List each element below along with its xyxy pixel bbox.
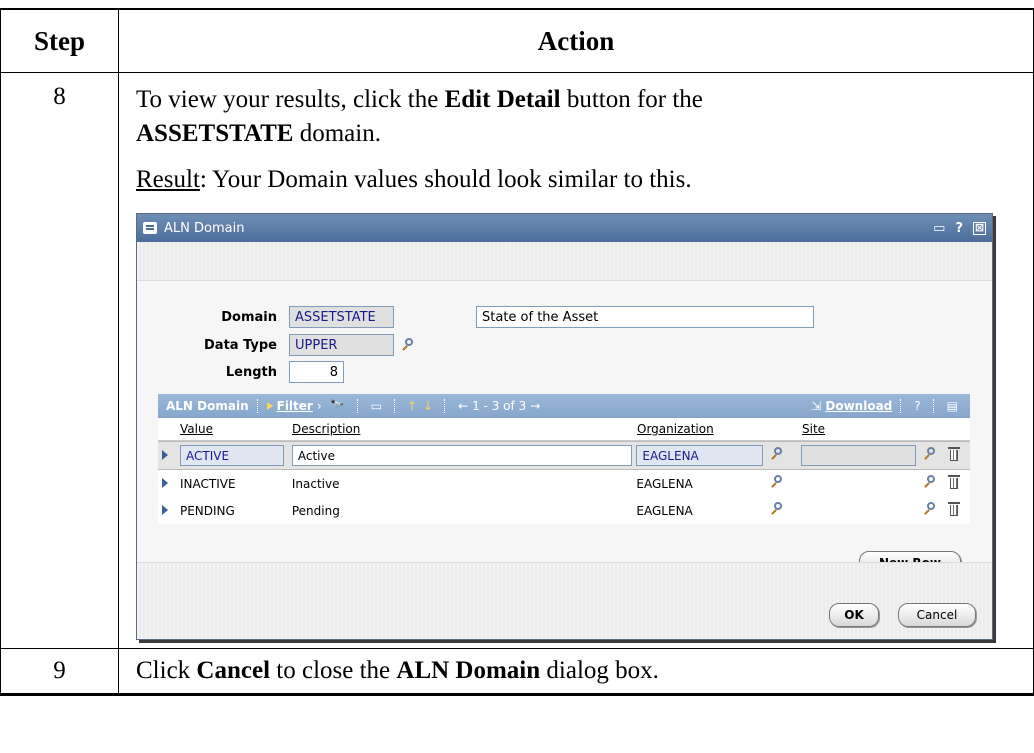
organization-cell: EAGLENA: [636, 476, 693, 491]
datatype-row: Data Type UPPER: [137, 334, 416, 356]
description-field[interactable]: Active: [291, 445, 633, 466]
arrow-down-icon[interactable]: ↓: [423, 399, 433, 413]
result-text: : Your Domain values should look similar…: [199, 166, 692, 193]
ok-button[interactable]: OK: [829, 603, 879, 627]
organization-cell: EAGLENA: [636, 503, 693, 518]
filter-link[interactable]: Filter: [277, 399, 313, 413]
dialog-top-band: [137, 242, 992, 281]
step-header: Step: [0, 8, 119, 73]
toolbar-divider: [444, 399, 446, 413]
download-icon[interactable]: ⇲: [811, 399, 821, 413]
site-lookup-icon[interactable]: [924, 502, 938, 516]
dialog-bottom-band: [137, 562, 992, 639]
next-page-icon[interactable]: →: [530, 399, 540, 413]
organization-field[interactable]: EAGLENA: [636, 445, 764, 466]
step-number-8: 8: [0, 72, 119, 649]
aln-domain-term: ALN Domain: [396, 657, 541, 684]
column-site[interactable]: Site: [802, 422, 917, 436]
expand-row-icon[interactable]: [162, 477, 168, 488]
datatype-field[interactable]: UPPER: [289, 334, 394, 356]
table-title: ALN Domain: [166, 399, 249, 413]
site-lookup-icon[interactable]: [924, 475, 938, 489]
toolbar-divider: [256, 399, 259, 413]
value-field[interactable]: ACTIVE: [179, 445, 284, 466]
edit-detail-term: Edit Detail: [444, 86, 561, 113]
cancel-term: Cancel: [196, 657, 271, 684]
filter-arrow-icon: [266, 402, 273, 410]
clear-filter-icon[interactable]: ▭: [371, 399, 382, 413]
table-row[interactable]: PENDING Pending EAGLENA: [158, 497, 970, 524]
previous-page-icon[interactable]: ←: [458, 399, 468, 413]
close-icon[interactable]: ⊠: [973, 221, 986, 235]
table-row[interactable]: INACTIVE Inactive EAGLENA: [158, 470, 970, 497]
table-row[interactable]: ACTIVE Active EAGLENA: [158, 441, 970, 470]
length-label: Length: [225, 364, 277, 380]
value-cell: INACTIVE: [179, 476, 236, 491]
domain-field[interactable]: ASSETSTATE: [289, 306, 394, 328]
expand-row-icon[interactable]: [162, 449, 168, 460]
chevron-right-icon[interactable]: ›: [317, 399, 322, 413]
dialog-icon: [143, 222, 157, 234]
value-cell: PENDING: [179, 503, 235, 518]
delete-row-icon[interactable]: [948, 475, 961, 489]
length-field[interactable]: 8: [289, 361, 344, 383]
instruction-text: domain.: [293, 120, 381, 147]
toolbar-divider: [356, 399, 359, 413]
instruction-text: button for the: [560, 86, 703, 113]
aln-domain-table: ALN Domain Filter › 🔭 ▭ ↑ ↓ ← 1 - 3 of 3…: [158, 394, 970, 524]
organization-lookup-icon[interactable]: [771, 502, 785, 516]
download-link[interactable]: Download: [825, 399, 892, 413]
delete-row-icon[interactable]: [948, 502, 961, 516]
organization-lookup-icon[interactable]: [771, 447, 785, 461]
table-toolbar: ALN Domain Filter › 🔭 ▭ ↑ ↓ ← 1 - 3 of 3…: [158, 394, 970, 418]
datatype-label: Data Type: [204, 337, 277, 353]
assetstate-term: ASSETSTATE: [136, 120, 294, 147]
table-help-icon[interactable]: ?: [914, 399, 920, 413]
cancel-button[interactable]: Cancel: [898, 603, 976, 627]
domain-label: Domain: [221, 309, 277, 325]
column-organization[interactable]: Organization: [637, 422, 764, 436]
length-row: Length 8: [137, 361, 344, 383]
instruction-text: Click: [136, 657, 197, 684]
pager-text: 1 - 3 of 3: [472, 399, 527, 413]
step-9-action: Click Cancel to close the ALN Domain dia…: [118, 648, 1034, 696]
expand-row-icon[interactable]: [162, 504, 168, 515]
arrow-up-icon[interactable]: ↑: [407, 399, 417, 413]
step-8-action: To view your results, click the Edit Det…: [118, 72, 1034, 649]
toolbar-divider: [900, 399, 902, 413]
table-layout-icon[interactable]: ▤: [947, 399, 958, 413]
binoculars-icon[interactable]: 🔭: [330, 399, 345, 413]
instruction-text: dialog box.: [540, 657, 659, 684]
instruction-text: to close the: [270, 657, 397, 684]
aln-domain-dialog: ALN Domain ▭ ? ⊠ Domain ASSETSTATE State…: [136, 213, 993, 640]
site-lookup-icon[interactable]: [924, 447, 938, 461]
column-value[interactable]: Value: [180, 422, 292, 436]
help-icon[interactable]: ?: [955, 221, 963, 236]
procedure-table: Step Action 8 To view your results, clic…: [0, 8, 1034, 696]
layout-icon[interactable]: ▭: [933, 221, 945, 236]
result-label: Result: [136, 166, 200, 193]
table-header-row: Value Description Organization Site: [158, 418, 970, 441]
step-number-9: 9: [0, 648, 119, 696]
step-8-result: Result: Your Domain values should look s…: [136, 163, 1021, 197]
action-header: Action: [118, 8, 1034, 73]
organization-lookup-icon[interactable]: [771, 475, 785, 489]
description-cell: Inactive: [291, 476, 340, 491]
delete-row-icon[interactable]: [948, 447, 961, 461]
column-description[interactable]: Description: [292, 422, 637, 436]
step-8-instruction: To view your results, click the Edit Det…: [136, 83, 1021, 151]
domain-row: Domain ASSETSTATE State of the Asset: [137, 306, 814, 328]
description-cell: Pending: [291, 503, 340, 518]
toolbar-divider: [932, 399, 935, 413]
instruction-text: To view your results, click the: [136, 86, 445, 113]
dialog-title: ALN Domain: [164, 220, 245, 236]
dialog-title-bar: ALN Domain ▭ ? ⊠: [137, 214, 992, 242]
site-field[interactable]: [801, 445, 917, 466]
toolbar-divider: [393, 399, 396, 413]
datatype-lookup-icon[interactable]: [402, 338, 416, 352]
domain-description-field[interactable]: State of the Asset: [476, 306, 814, 328]
